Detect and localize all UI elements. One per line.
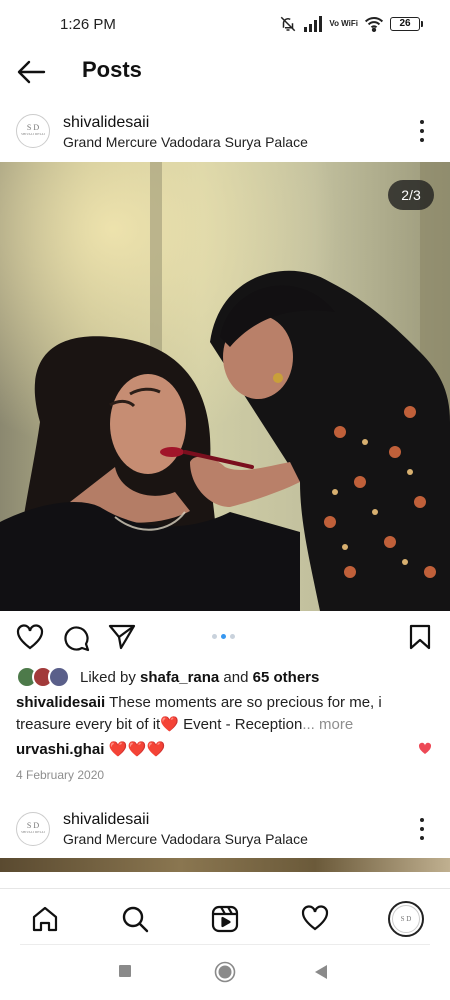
post-location[interactable]: Grand Mercure Vadodara Surya Palace xyxy=(63,831,308,847)
avatar[interactable]: S D SHIVALI DESAI xyxy=(16,114,50,148)
cell-signal-icon xyxy=(304,16,323,32)
system-nav-bar xyxy=(0,948,450,1000)
post-caption: shivalidesaii These moments are so preci… xyxy=(16,692,406,736)
battery-icon: 26 xyxy=(390,17,423,31)
more-options-icon[interactable] xyxy=(414,818,430,840)
likes-others[interactable]: 65 others xyxy=(253,669,320,686)
liker-avatar xyxy=(48,666,70,688)
post-image[interactable]: 2/3 xyxy=(0,162,450,611)
comment: urvashi.ghai ❤️❤️❤️ xyxy=(16,740,166,758)
post-location[interactable]: Grand Mercure Vadodara Surya Palace xyxy=(63,134,308,150)
photo-illustration xyxy=(0,162,450,611)
avatar-monogram-caption: SHIVALI DESAI xyxy=(21,132,45,136)
post-username[interactable]: shivalidesaii xyxy=(63,114,149,132)
avatar-monogram: S D xyxy=(26,821,40,830)
wifi-icon xyxy=(364,17,384,32)
profile-tab-avatar[interactable]: S D xyxy=(388,901,424,937)
recent-apps-icon[interactable] xyxy=(118,964,132,978)
caption-username[interactable]: shivalidesaii xyxy=(16,694,105,711)
likes-row[interactable]: Liked by shafa_rana and 65 others xyxy=(16,664,319,690)
save-bookmark-icon[interactable] xyxy=(408,624,432,650)
back-arrow-icon[interactable] xyxy=(16,58,48,86)
comment-like-heart-icon[interactable] xyxy=(418,742,432,755)
carousel-dot xyxy=(212,634,217,639)
comment-icon[interactable] xyxy=(62,624,90,652)
liked-by-user[interactable]: shafa_rana xyxy=(140,669,219,686)
likes-text: Liked by shafa_rana and 65 others xyxy=(80,668,320,686)
liker-avatars xyxy=(16,666,74,688)
bottom-nav: S D xyxy=(0,888,450,948)
action-bar xyxy=(0,612,450,660)
carousel-indicator xyxy=(212,634,235,639)
page-header: Posts xyxy=(0,48,450,96)
profile-monogram: S D xyxy=(392,905,420,933)
avatar-monogram: S D xyxy=(26,123,40,132)
image-counter: 2/3 xyxy=(388,180,434,210)
avatar[interactable]: S D SHIVALI DESAI xyxy=(16,812,50,846)
carousel-dot xyxy=(230,634,235,639)
carousel-dot-active xyxy=(221,634,226,639)
vowifi-label: Vo WiFi xyxy=(329,19,358,28)
post-header: S D SHIVALI DESAI shivalidesaii Grand Me… xyxy=(0,108,450,154)
more-options-icon[interactable] xyxy=(414,120,430,142)
back-button-icon[interactable] xyxy=(314,964,328,980)
page-title: Posts xyxy=(82,57,142,82)
avatar-monogram-caption: SHIVALI DESAI xyxy=(21,830,45,834)
like-heart-icon[interactable] xyxy=(16,624,44,650)
activity-heart-icon[interactable] xyxy=(301,905,329,931)
nav-divider xyxy=(20,944,430,945)
reels-icon[interactable] xyxy=(211,905,239,933)
post-username[interactable]: shivalidesaii xyxy=(63,811,149,829)
comment-username[interactable]: urvashi.ghai xyxy=(16,741,104,758)
next-post-header: S D SHIVALI DESAI shivalidesaii Grand Me… xyxy=(0,806,450,852)
search-icon[interactable] xyxy=(121,905,149,933)
home-icon[interactable] xyxy=(31,905,59,933)
home-button-icon[interactable] xyxy=(214,961,236,983)
status-icons: Vo WiFi 26 xyxy=(279,15,423,33)
share-send-icon[interactable] xyxy=(108,624,136,650)
post-date: 4 February 2020 xyxy=(16,768,105,782)
bell-muted-icon xyxy=(281,16,296,32)
next-post-image[interactable] xyxy=(0,858,450,872)
status-time: 1:26 PM xyxy=(60,15,116,33)
comment-text: ❤️❤️❤️ xyxy=(108,741,167,758)
caption-more-link[interactable]: ... more xyxy=(302,716,353,733)
status-bar: 1:26 PM Vo WiFi 26 xyxy=(0,0,450,48)
